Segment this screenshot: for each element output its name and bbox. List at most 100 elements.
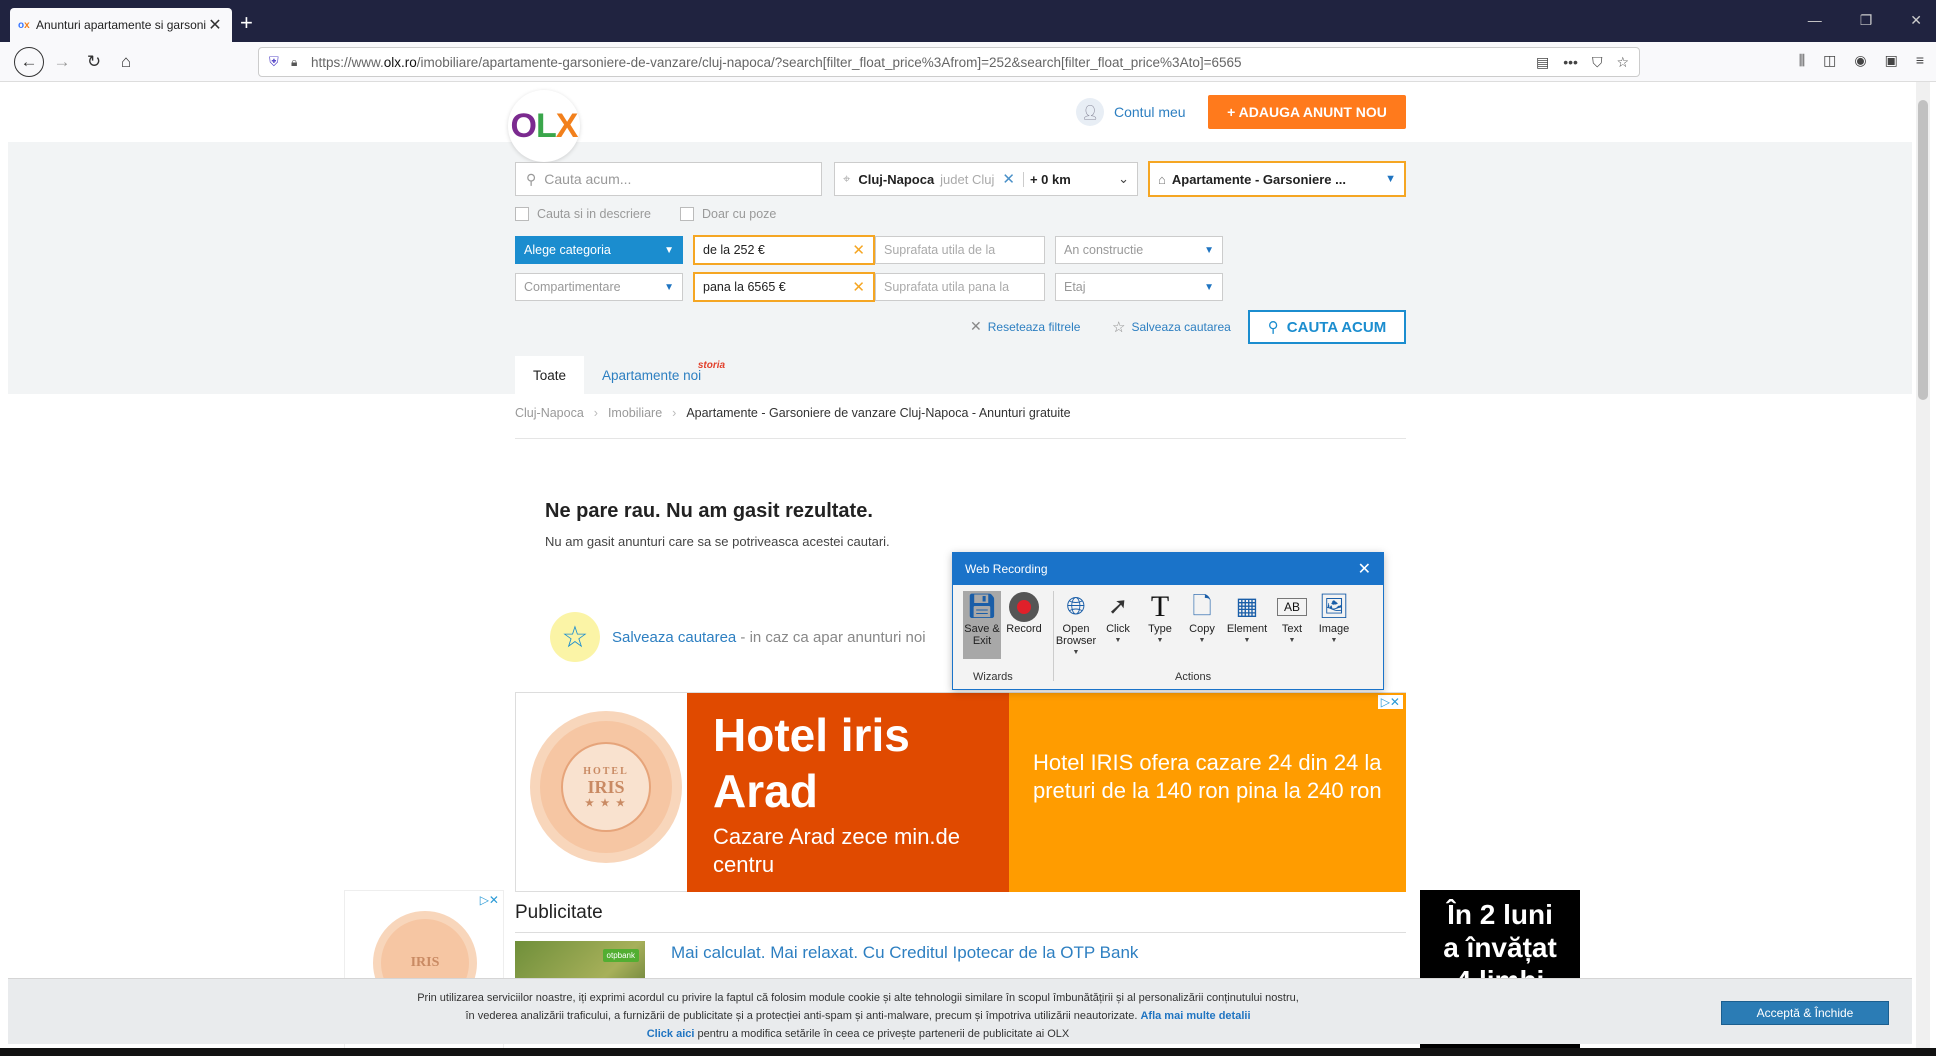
- url-text[interactable]: https://www.olx.ro/imobiliare/apartament…: [311, 55, 1536, 70]
- tab-all[interactable]: Toate: [515, 356, 585, 394]
- reload-icon[interactable]: ↻: [82, 50, 106, 74]
- search-placeholder: Cauta acum...: [544, 171, 632, 187]
- area-from-input[interactable]: Suprafata utila de la: [875, 236, 1045, 264]
- floor-select[interactable]: Etaj ▼: [1055, 273, 1223, 301]
- lock-icon[interactable]: 🔒︎: [291, 55, 311, 70]
- text-button[interactable]: AB Text ▼: [1273, 591, 1311, 659]
- search-input[interactable]: ⚲ Cauta acum...: [515, 162, 822, 196]
- olx-logo[interactable]: OLX: [508, 90, 580, 162]
- scrollbar-thumb[interactable]: [1918, 100, 1928, 400]
- cursor-icon: ➚: [1107, 593, 1129, 620]
- year-select[interactable]: An constructie ▼: [1055, 236, 1223, 264]
- home-icon[interactable]: ⌂: [114, 50, 138, 74]
- breadcrumb: Cluj-Napoca › Imobiliare › Apartamente -…: [515, 406, 1071, 420]
- image-icon: 🖼︎: [1318, 593, 1350, 620]
- open-browser-button[interactable]: 🌐︎ Open Browser ▼: [1056, 591, 1096, 659]
- otp-badge: otpbank: [602, 949, 639, 962]
- new-tab-icon[interactable]: +: [240, 10, 253, 36]
- tab-new-apartments[interactable]: Apartamente noi storia: [584, 356, 725, 394]
- click-here-link[interactable]: Click aici: [647, 1028, 695, 1040]
- library-icon[interactable]: ⫼: [1799, 52, 1805, 69]
- breadcrumb-separator-icon: ›: [672, 406, 677, 420]
- select-value: Alege categoria: [524, 243, 611, 257]
- star-icon[interactable]: ☆: [550, 612, 600, 662]
- save-search-link[interactable]: Salveaza cautarea: [612, 629, 736, 646]
- browser-titlebar: ox Anunturi apartamente si garsoniere ✕ …: [0, 0, 1936, 42]
- category-filter-select[interactable]: Alege categoria ▼: [515, 236, 683, 264]
- checkbox-box[interactable]: [515, 207, 529, 221]
- menu-icon[interactable]: ≡: [1916, 52, 1924, 69]
- shield-icon[interactable]: ⛨: [269, 54, 285, 70]
- copy-button[interactable]: 🗋︎ Copy ▼: [1183, 591, 1221, 659]
- record-button[interactable]: Record: [1005, 591, 1043, 659]
- cookie-consent-bar: Prin utilizarea serviciilor noastre, iți…: [8, 978, 1912, 1044]
- checkbox-label: Cauta si in descriere: [537, 207, 651, 221]
- checkbox-label: Doar cu poze: [702, 207, 777, 221]
- reader-view-icon[interactable]: ▤: [1536, 54, 1549, 71]
- close-window-icon[interactable]: ✕: [1910, 12, 1922, 29]
- browser-tab[interactable]: ox Anunturi apartamente si garsoniere ✕: [10, 8, 232, 42]
- reset-filters-link[interactable]: ✕ Reseteaza filtrele: [970, 318, 1080, 335]
- select-value: Etaj: [1064, 280, 1086, 294]
- search-now-button[interactable]: ⚲ CAUTA ACUM: [1248, 310, 1406, 344]
- cookie-line: în vederea analizării traficului, a furn…: [465, 1010, 1251, 1022]
- add-listing-button[interactable]: + ADAUGA ANUNT NOU: [1208, 95, 1406, 129]
- extension-icon[interactable]: ▣: [1885, 52, 1898, 69]
- account-icon[interactable]: ◉: [1854, 52, 1866, 69]
- back-icon[interactable]: ←: [14, 47, 44, 77]
- breadcrumb-item[interactable]: Imobiliare: [608, 406, 662, 420]
- hotel-ad-banner[interactable]: HOTEL IRIS ★ ★ ★ Hotel iris Arad Cazare …: [515, 692, 1406, 892]
- account-link[interactable]: 👤︎ Contul meu: [1076, 98, 1186, 126]
- bookmark-star-icon[interactable]: ☆: [1616, 54, 1629, 71]
- category-select[interactable]: ⌂ Apartamente - Garsoniere ... ▼: [1148, 161, 1406, 197]
- user-icon: 👤︎: [1076, 98, 1104, 126]
- location-county: judet Cluj: [940, 171, 995, 187]
- layout-select[interactable]: Compartimentare ▼: [515, 273, 683, 301]
- location-field[interactable]: ⌖ Cluj-Napoca judet Cluj ✕ + 0 km ⌄: [834, 162, 1138, 196]
- area-to-input[interactable]: Suprafata utila pana la: [875, 273, 1045, 301]
- save-search-link[interactable]: ☆ Salveaza cautarea: [1112, 318, 1231, 336]
- accept-close-button[interactable]: Acceptă & Închide: [1721, 1001, 1889, 1025]
- click-button[interactable]: ➚ Click ▼: [1099, 591, 1137, 659]
- radius-select[interactable]: + 0 km: [1022, 171, 1071, 187]
- close-icon[interactable]: ✕: [1358, 559, 1371, 579]
- close-tab-icon[interactable]: ✕: [206, 15, 224, 35]
- clear-price-from-icon[interactable]: ✕: [852, 241, 865, 259]
- tool-label: Text: [1281, 623, 1303, 635]
- location-city: Cluj-Napoca: [858, 171, 935, 187]
- photos-only-checkbox[interactable]: Doar cu poze: [680, 207, 776, 221]
- image-button[interactable]: 🖼︎ Image ▼: [1315, 591, 1353, 659]
- clear-price-to-icon[interactable]: ✕: [852, 278, 865, 296]
- page-scrollbar[interactable]: [1916, 82, 1930, 1052]
- price-from-input[interactable]: de la 252 € ✕: [693, 235, 875, 265]
- type-icon: T: [1150, 590, 1170, 623]
- forward-icon[interactable]: →: [50, 50, 74, 74]
- adchoices-icon[interactable]: ▷✕: [480, 893, 499, 907]
- adchoices-icon[interactable]: ▷✕: [1377, 695, 1403, 709]
- more-details-link[interactable]: Afla mai multe detalii: [1140, 1010, 1250, 1022]
- checkbox-box[interactable]: [680, 207, 694, 221]
- chevron-down-icon: ▼: [1072, 649, 1080, 656]
- search-description-checkbox[interactable]: Cauta si in descriere: [515, 207, 651, 221]
- minimize-icon[interactable]: —: [1808, 12, 1822, 29]
- chevron-down-icon[interactable]: ⌄: [1118, 171, 1129, 187]
- ad-title-link[interactable]: Mai calculat. Mai relaxat. Cu Creditul I…: [671, 943, 1138, 963]
- save-exit-button[interactable]: 💾︎ Save & Exit: [963, 591, 1001, 659]
- pocket-icon[interactable]: ⛉: [1592, 54, 1603, 71]
- breadcrumb-item[interactable]: Cluj-Napoca: [515, 406, 584, 420]
- clear-location-icon[interactable]: ✕: [1002, 170, 1015, 188]
- url-bar[interactable]: ⛨ 🔒︎ https://www.olx.ro/imobiliare/apart…: [258, 47, 1640, 77]
- restore-icon[interactable]: ❐: [1860, 12, 1873, 29]
- save-label: Salveaza cautarea: [1131, 320, 1231, 334]
- seal-name: IRIS: [587, 776, 625, 797]
- page-actions-icon[interactable]: •••: [1563, 54, 1578, 71]
- group-label-wizards: Wizards: [973, 671, 1013, 683]
- sidebar-icon[interactable]: ◫: [1823, 52, 1836, 69]
- chevron-down-icon: ▼: [1198, 637, 1206, 644]
- element-button[interactable]: ▦ Element ▼: [1225, 591, 1269, 659]
- save-icon: 💾︎: [966, 593, 998, 620]
- price-to-input[interactable]: pana la 6565 € ✕: [693, 272, 875, 302]
- ad-line: În 2 luni: [1447, 899, 1553, 930]
- dropdown-arrow-icon: ▼: [664, 244, 674, 256]
- type-button[interactable]: T Type ▼: [1141, 591, 1179, 659]
